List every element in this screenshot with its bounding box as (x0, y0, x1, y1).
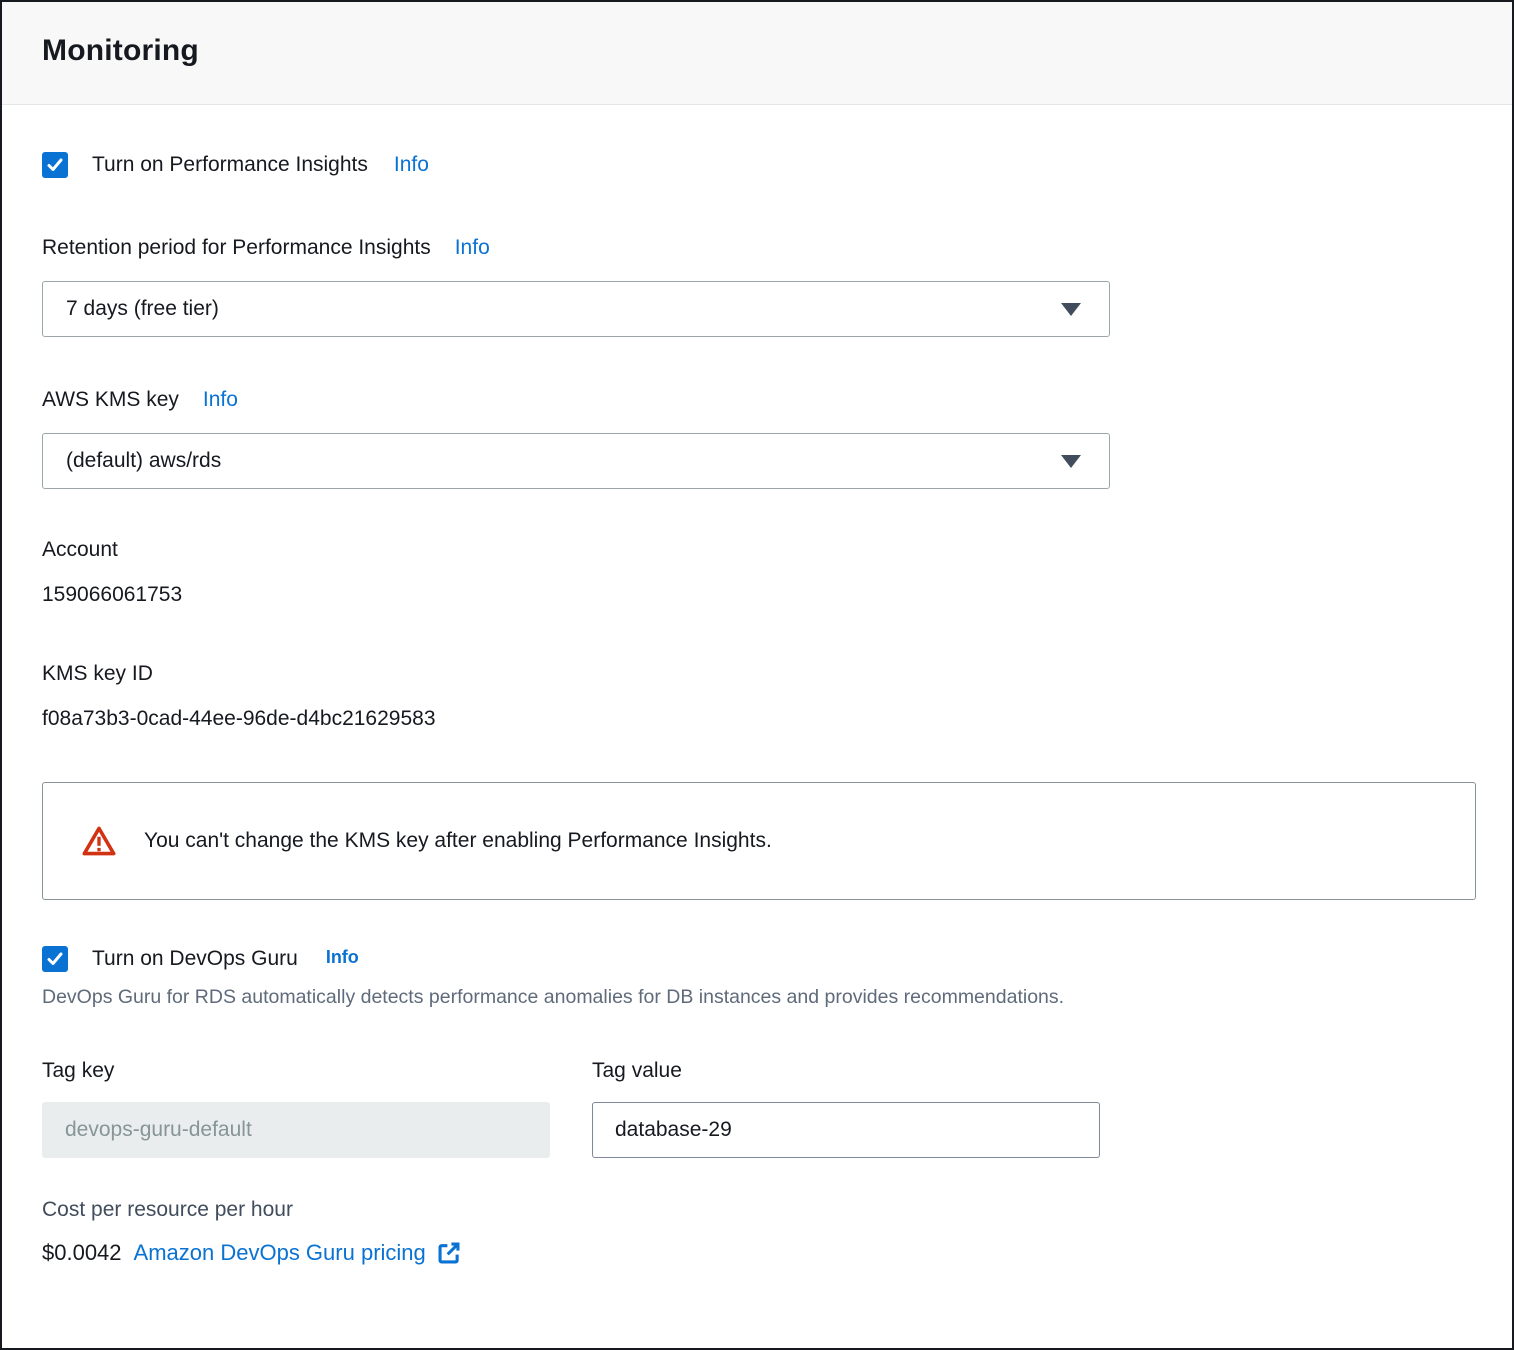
performance-insights-row: Turn on Performance Insights Info (42, 152, 1472, 178)
tag-value-input[interactable] (592, 1102, 1100, 1158)
retention-info-link[interactable]: Info (455, 236, 490, 260)
kms-selected-value: (default) aws/rds (66, 449, 1061, 473)
panel-content: Turn on Performance Insights Info Retent… (2, 152, 1512, 1266)
devops-guru-info-link[interactable]: Info (326, 947, 359, 968)
kms-info-link[interactable]: Info (203, 388, 238, 412)
kms-key-id-value: f08a73b3-0cad-44ee-96de-d4bc21629583 (42, 707, 1472, 731)
chevron-down-icon (1061, 455, 1081, 468)
panel-header: Monitoring (2, 2, 1512, 105)
kms-label-row: AWS KMS key Info (42, 388, 1472, 412)
retention-label: Retention period for Performance Insight… (42, 236, 431, 260)
performance-insights-label: Turn on Performance Insights (92, 153, 368, 177)
tag-fields-row: Tag key Tag value (42, 1059, 1472, 1158)
checkmark-icon (46, 156, 64, 174)
tag-value-column: Tag value (592, 1059, 1100, 1158)
devops-guru-checkbox[interactable] (42, 946, 68, 972)
kms-warning-banner: You can't change the KMS key after enabl… (42, 782, 1476, 900)
devops-guru-label: Turn on DevOps Guru (92, 947, 298, 971)
monitoring-panel: Monitoring Turn on Performance Insights … (0, 0, 1514, 1350)
account-value: 159066061753 (42, 583, 1472, 607)
retention-label-row: Retention period for Performance Insight… (42, 236, 1472, 260)
tag-value-label: Tag value (592, 1059, 1100, 1083)
kms-key-id-label: KMS key ID (42, 662, 1472, 686)
kms-warning-message: You can't change the KMS key after enabl… (144, 829, 772, 853)
cost-per-resource-label: Cost per resource per hour (42, 1198, 1472, 1222)
tag-key-column: Tag key (42, 1059, 550, 1158)
performance-insights-checkbox[interactable] (42, 152, 68, 178)
retention-selected-value: 7 days (free tier) (66, 297, 1061, 321)
kms-key-select[interactable]: (default) aws/rds (42, 433, 1110, 489)
retention-select[interactable]: 7 days (free tier) (42, 281, 1110, 337)
devops-guru-row: Turn on DevOps Guru Info (42, 946, 1472, 972)
tag-key-input (42, 1102, 550, 1158)
external-link-icon (436, 1240, 462, 1266)
page-title: Monitoring (42, 34, 1472, 68)
performance-insights-info-link[interactable]: Info (394, 153, 429, 177)
account-label: Account (42, 538, 1472, 562)
chevron-down-icon (1061, 303, 1081, 316)
warning-triangle-icon (81, 824, 117, 858)
tag-key-label: Tag key (42, 1059, 550, 1083)
cost-amount: $0.0042 (42, 1240, 122, 1266)
checkmark-icon (46, 950, 64, 968)
devops-guru-description: DevOps Guru for RDS automatically detect… (42, 986, 1472, 1009)
pricing-link-label: Amazon DevOps Guru pricing (134, 1240, 426, 1266)
cost-line: $0.0042 Amazon DevOps Guru pricing (42, 1240, 1472, 1266)
devops-guru-pricing-link[interactable]: Amazon DevOps Guru pricing (134, 1240, 462, 1266)
kms-key-label: AWS KMS key (42, 388, 179, 412)
